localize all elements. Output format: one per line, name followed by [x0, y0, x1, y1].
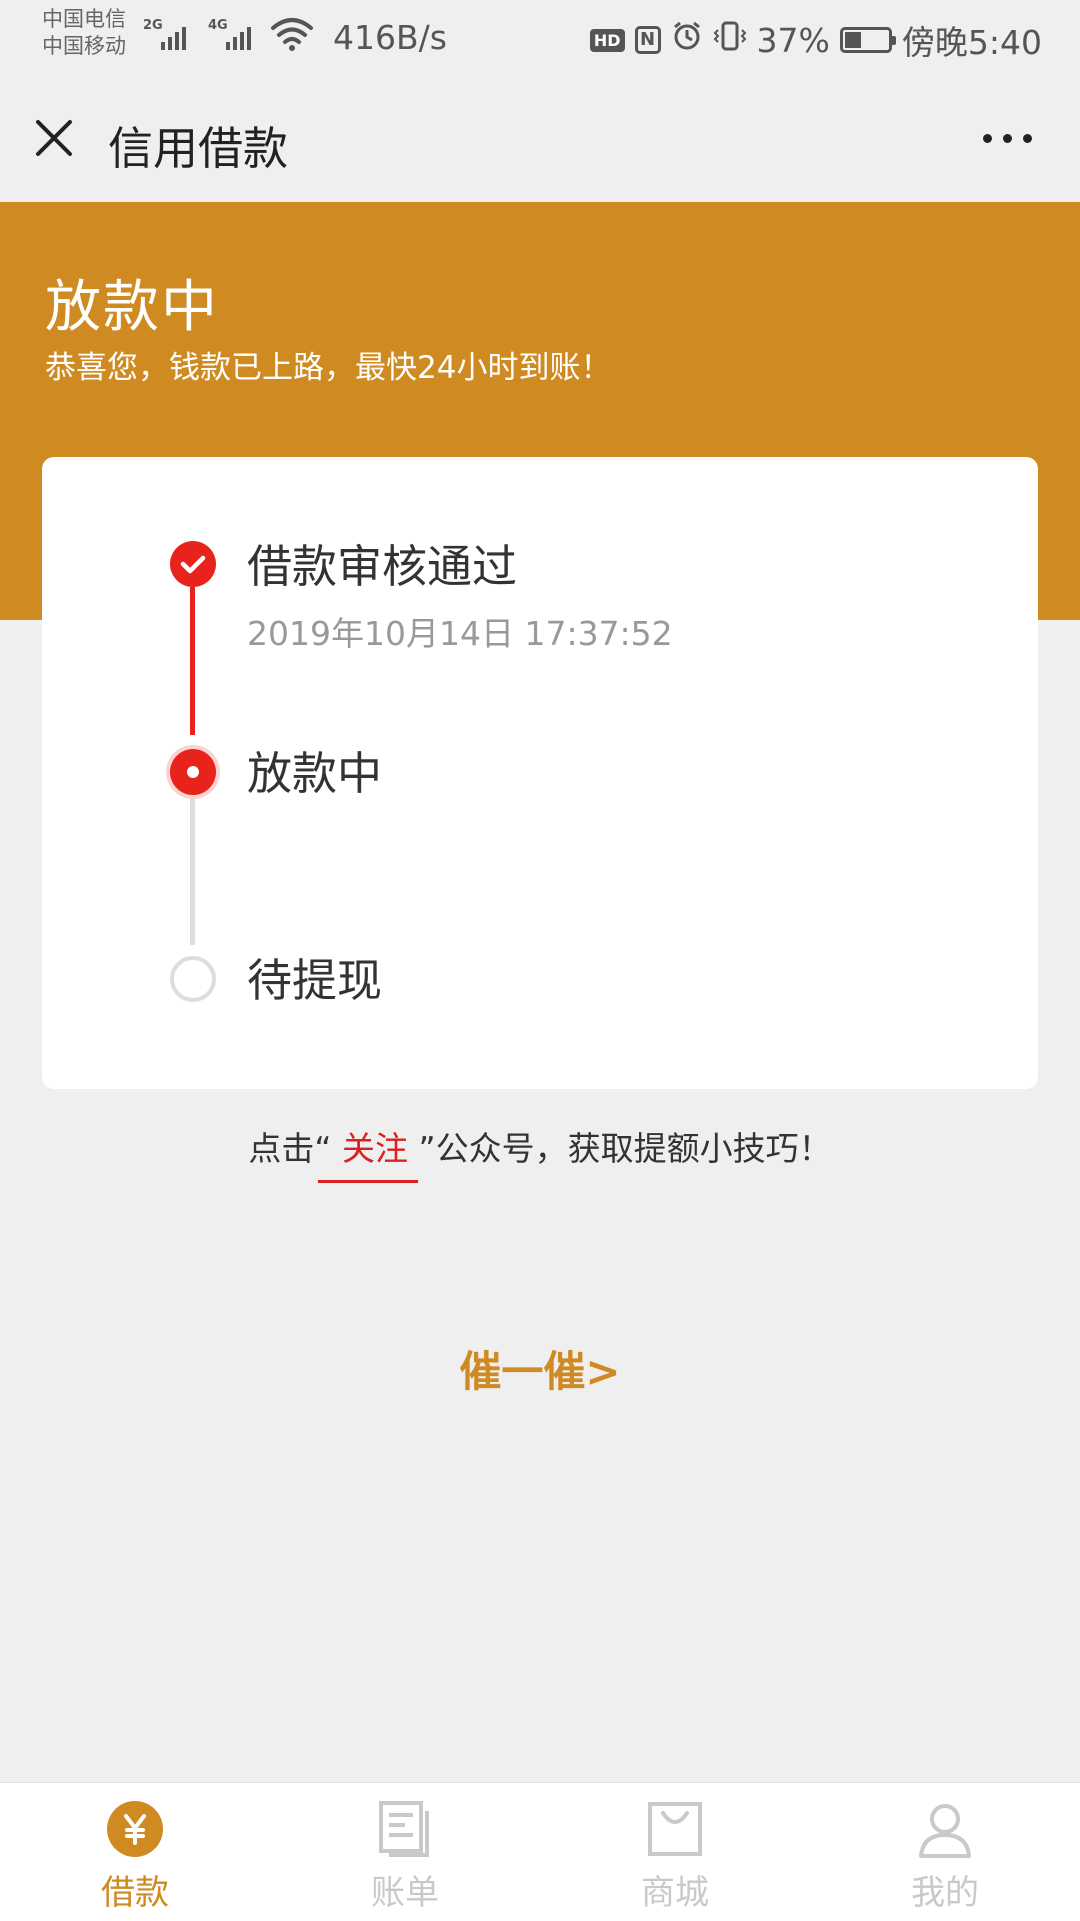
battery-percent: 37%: [756, 20, 830, 60]
hd-icon: HD: [589, 28, 625, 52]
vibrate-icon: [713, 20, 747, 60]
carrier-info: 中国电信 中国移动: [42, 6, 126, 60]
step-time-1: 2019年10月14日 17:37:52: [247, 614, 673, 653]
step-connector-1: [190, 587, 195, 735]
clock: 傍晚5:40: [901, 23, 1042, 62]
pending-step-icon: [170, 956, 216, 1002]
tab-bar: 借款 账单 商城 我的: [0, 1782, 1080, 1921]
yen-icon: [105, 1799, 165, 1859]
urge-button[interactable]: 催一催>: [0, 1338, 1080, 1399]
follow-link-underline: [318, 1180, 418, 1183]
tab-mine[interactable]: 我的: [810, 1783, 1080, 1921]
step-title-2: 放款中: [247, 747, 383, 800]
carrier-2: 中国移动: [42, 34, 126, 58]
alarm-icon: [671, 20, 703, 60]
banner-title: 放款中: [45, 275, 219, 340]
follow-link[interactable]: 关注: [342, 1122, 408, 1170]
follow-suffix: ”公众号，获取提额小技巧！: [408, 1129, 832, 1168]
network-type-1: 2G: [143, 18, 163, 33]
battery-icon: [839, 27, 896, 53]
tab-label-loan: 借款: [101, 1873, 169, 1913]
progress-card: 借款审核通过 2019年10月14日 17:37:52 放款中 待提现: [42, 457, 1038, 1089]
tab-label-mine: 我的: [911, 1873, 979, 1913]
nfc-icon: N: [634, 26, 661, 54]
tab-bill[interactable]: 账单: [270, 1783, 540, 1921]
banner-subtitle: 恭喜您，钱款已上路，最快24小时到账！: [45, 350, 612, 386]
step-title-1: 借款审核通过: [247, 540, 518, 593]
tab-label-bill: 账单: [371, 1873, 439, 1913]
current-step-icon: [170, 749, 216, 795]
page-title: 信用借款: [108, 122, 289, 175]
tab-shop[interactable]: 商城: [540, 1783, 810, 1921]
tab-label-shop: 商城: [641, 1873, 709, 1913]
follow-tip: 点击“ 关注 ”公众号，获取提额小技巧！: [0, 1122, 1080, 1170]
shop-bag-icon: [645, 1799, 705, 1859]
nav-bar: 信用借款: [0, 74, 1080, 202]
network-speed: 416B/s: [333, 18, 447, 57]
user-icon: [915, 1799, 975, 1859]
check-icon: [170, 541, 216, 587]
bill-icon: [375, 1799, 435, 1859]
more-icon[interactable]: [983, 134, 1032, 143]
follow-prefix: 点击“: [248, 1129, 342, 1168]
network-type-2: 4G: [208, 18, 228, 33]
status-bar: 中国电信 中国移动 2G 4G 416B/s HD N 37% 傍晚5:40: [0, 0, 1080, 74]
wifi-icon: [270, 16, 314, 56]
close-icon[interactable]: [32, 116, 76, 160]
step-connector-2: [190, 795, 195, 945]
tab-loan[interactable]: 借款: [0, 1783, 270, 1921]
carrier-1: 中国电信: [42, 7, 126, 31]
step-title-3: 待提现: [247, 954, 383, 1007]
